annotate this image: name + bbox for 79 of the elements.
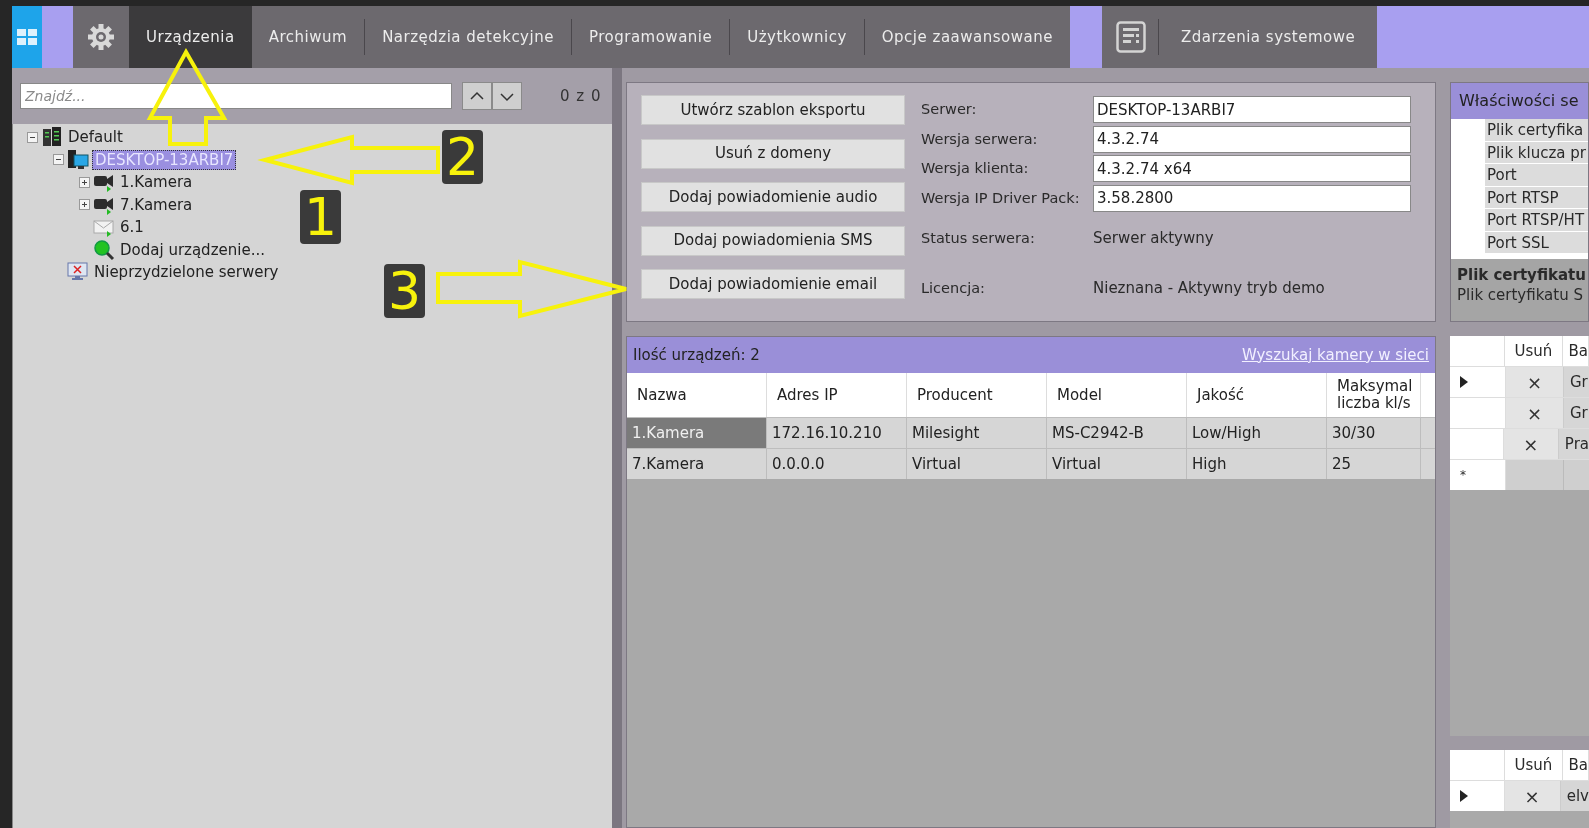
table-cell: 25 [1327, 449, 1421, 479]
collapse-toggle[interactable] [27, 131, 38, 143]
action-button[interactable]: Usuń z domeny [641, 138, 905, 169]
delete-button[interactable]: × [1506, 367, 1564, 397]
table-cell[interactable]: 1.Kamera [627, 418, 767, 448]
field-input[interactable]: 4.3.2.74 x64 [1093, 155, 1411, 183]
property-row[interactable]: Port SSL [1485, 231, 1588, 254]
tree-item[interactable]: 7.Kamera [118, 195, 195, 214]
tree-item[interactable]: Dodaj urządzenie... [118, 240, 267, 259]
column-header[interactable]: Usuń [1505, 750, 1563, 780]
property-row[interactable]: Port RTSP/HT [1485, 209, 1588, 232]
settings-button[interactable] [73, 6, 129, 68]
panel-title: Właściwości se [1451, 83, 1588, 119]
next-match-button[interactable] [492, 82, 522, 110]
column-header[interactable]: Ba [1562, 336, 1589, 366]
search-field[interactable]: Znajdź... [20, 83, 452, 109]
tree-item[interactable]: Nieprzydzielone serwery [92, 263, 281, 282]
field-label: Serwer: [921, 102, 978, 118]
row-pointer-icon [1460, 790, 1468, 802]
expand-toggle[interactable] [79, 199, 90, 211]
property-row[interactable]: Plik klucza pr [1485, 141, 1588, 164]
expand-toggle[interactable] [79, 176, 90, 188]
nav-tab[interactable]: Urządzenia [129, 6, 252, 68]
property-row[interactable]: Port [1485, 164, 1588, 187]
field-input[interactable]: 3.58.2800 [1093, 184, 1411, 212]
description-text: Plik certyfikatu S [1457, 285, 1584, 305]
field-value: Serwer aktywny [1093, 227, 1214, 249]
match-counter: 0 z 0 [560, 85, 602, 107]
annotation-number: 1 [300, 190, 342, 244]
field-label: Status serwera: [921, 230, 1036, 246]
table-cell: Virtual [907, 449, 1047, 479]
delete-button[interactable]: × [1506, 398, 1564, 428]
tree-item[interactable]: 6.1 [118, 218, 146, 237]
annotation-number: 2 [442, 130, 484, 184]
table-cell [1564, 460, 1589, 490]
field-value: Nieznana - Aktywny tryb demo [1093, 277, 1325, 299]
table-cell [1506, 460, 1564, 490]
table-cell: High [1187, 449, 1327, 479]
journal-icon [1115, 21, 1146, 53]
column-header[interactable]: Ba [1562, 750, 1589, 780]
table-cell: elv [1560, 781, 1589, 811]
computer-icon [67, 148, 89, 171]
tree-item[interactable]: Default [66, 128, 125, 147]
table-cell: Gr [1564, 398, 1589, 428]
table-cell[interactable]: 7.Kamera [627, 449, 767, 479]
table-cell: Virtual [1047, 449, 1187, 479]
field-label: Wersja klienta: [921, 161, 1030, 177]
delete-button[interactable]: × [1503, 429, 1559, 459]
app-logo[interactable] [12, 6, 42, 68]
action-button[interactable]: Dodaj powiadomienie email [641, 269, 905, 299]
row-header[interactable] [1450, 781, 1505, 811]
field-input[interactable]: DESKTOP-13ARBI7 [1093, 96, 1411, 124]
grid-icon [17, 29, 37, 45]
column-header[interactable]: Usuń [1505, 336, 1563, 366]
description-title: Plik certyfikatu [1457, 265, 1587, 285]
action-button[interactable]: Utwórz szablon eksportu [641, 95, 905, 125]
property-row[interactable]: Plik certyfika [1485, 119, 1588, 142]
delete-button[interactable]: × [1504, 781, 1561, 811]
annotation-number: 3 [384, 264, 426, 318]
property-row[interactable]: Port RTSP [1485, 186, 1588, 209]
tree-item[interactable]: 1.Kamera [118, 173, 195, 192]
field-label: Licencja: [921, 280, 986, 296]
previous-match-button[interactable] [462, 82, 492, 110]
search-icon [93, 238, 115, 261]
collapse-toggle[interactable] [53, 154, 64, 166]
field-input[interactable]: 4.3.2.74 [1093, 125, 1411, 153]
action-button[interactable]: Dodaj powiadomienia SMS [641, 225, 905, 256]
table-cell: 0.0.0.0 [767, 449, 907, 479]
action-button[interactable]: Dodaj powiadomienie audio [641, 182, 905, 212]
server-rack-icon [41, 126, 63, 149]
row-pointer-icon [1460, 376, 1468, 388]
field-label: Wersja serwera: [921, 131, 1039, 147]
settings-icon [86, 22, 116, 52]
row-header[interactable] [1450, 367, 1506, 397]
new-row-marker: * [1450, 460, 1506, 490]
table-cell: Pra [1558, 429, 1589, 459]
field-label: Wersja IP Driver Pack: [921, 190, 1081, 206]
table-cell: Gr [1564, 367, 1589, 397]
device-count: Ilość urządzeń: 2 [633, 344, 760, 366]
